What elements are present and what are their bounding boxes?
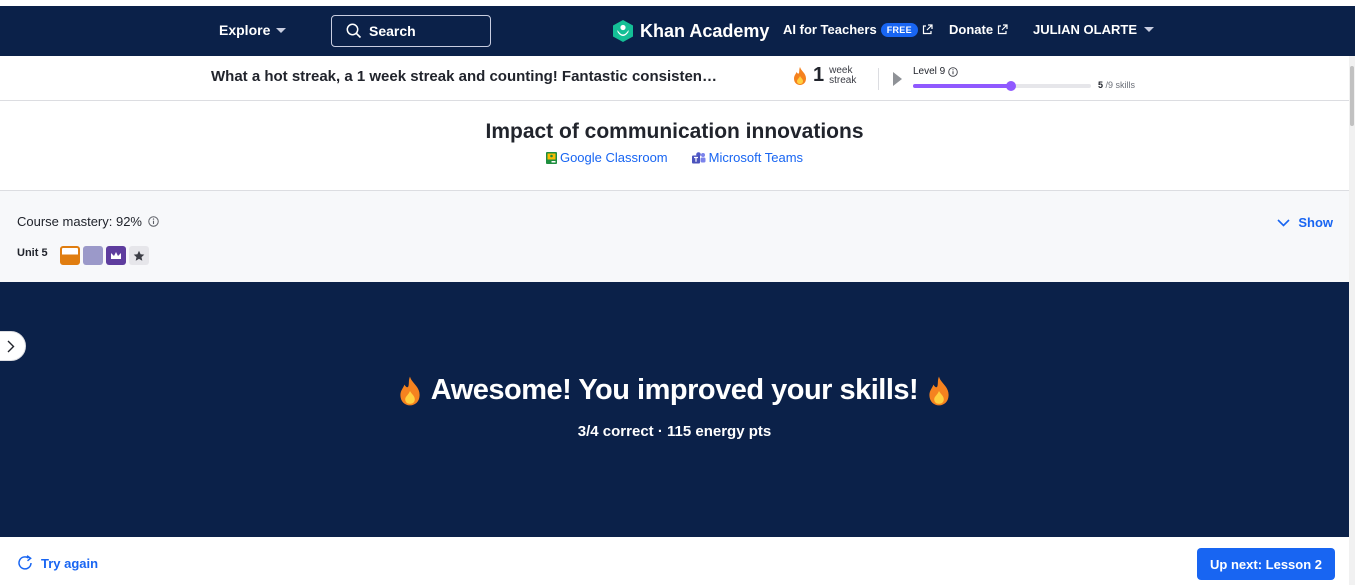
level-label: Level 9 — [913, 66, 959, 77]
free-badge: FREE — [880, 22, 918, 37]
try-again-button[interactable]: Try again — [17, 555, 98, 571]
unit-test-block[interactable] — [129, 246, 149, 265]
fire-icon — [794, 66, 806, 85]
lesson-header: Impact of communication innovations Goog… — [0, 101, 1349, 191]
play-icon[interactable] — [893, 72, 902, 86]
mastery-blocks — [60, 246, 149, 265]
chevron-down-icon — [1277, 218, 1290, 227]
external-link-icon — [922, 24, 933, 35]
result-headline: Awesome! You improved your skills! — [0, 374, 1349, 407]
search-icon — [346, 23, 362, 39]
divider — [878, 68, 879, 90]
external-link-icon — [997, 24, 1008, 35]
chevron-down-icon — [1144, 27, 1154, 32]
level-progress-fill — [913, 81, 1016, 91]
result-headline-text: Awesome! You improved your skills! — [430, 374, 919, 406]
user-name: JULIAN OLARTE — [1033, 22, 1137, 37]
microsoft-teams-icon — [691, 151, 706, 163]
course-mastery-panel: Course mastery: 92% Show Unit 5 — [0, 191, 1349, 282]
page-scrollbar[interactable] — [1349, 56, 1355, 585]
unit-label: Unit 5 — [17, 247, 48, 259]
level-text: Level 9 — [913, 66, 946, 77]
top-nav: Explore Search Khan Academy AI for Teach… — [0, 0, 1355, 56]
ai-for-teachers-link[interactable]: AI for Teachers FREE — [783, 22, 933, 37]
ai-teachers-label: AI for Teachers — [783, 22, 877, 37]
streak-unit: week streak — [829, 65, 857, 86]
explore-label: Explore — [219, 22, 271, 38]
skill-block-proficient[interactable] — [83, 246, 103, 265]
try-again-label: Try again — [41, 555, 99, 571]
share-links: Google Classroom Microsoft Teams — [0, 150, 1349, 165]
logo-text: Khan Academy — [640, 20, 770, 41]
course-mastery-label: Course mastery: 92% — [17, 214, 142, 229]
level-progress-bar — [913, 81, 1091, 91]
sidebar-toggle-button[interactable] — [0, 331, 26, 361]
level-skills: 5 /9 skills — [1098, 80, 1135, 90]
skill-block-familiar[interactable] — [60, 246, 80, 265]
skills-done: 5 — [1098, 80, 1104, 90]
crown-icon — [111, 252, 121, 259]
up-next-button[interactable]: Up next: Lesson 2 — [1197, 548, 1335, 580]
fire-icon — [929, 376, 949, 405]
result-summary: 3/4 correct · 115 energy pts — [577, 423, 772, 440]
star-icon — [133, 250, 145, 261]
streak-unit-line2: streak — [829, 74, 857, 86]
scrollbar-thumb[interactable] — [1350, 66, 1354, 126]
microsoft-teams-link[interactable]: Microsoft Teams — [691, 150, 804, 165]
khan-academy-logo[interactable]: Khan Academy — [612, 19, 769, 43]
info-icon[interactable] — [148, 216, 159, 227]
explore-menu[interactable]: Explore — [219, 22, 287, 38]
show-toggle[interactable]: Show — [1277, 215, 1333, 230]
donate-link[interactable]: Donate — [949, 22, 1008, 37]
skills-total: /9 skills — [1105, 80, 1136, 90]
donate-label: Donate — [949, 22, 994, 37]
microsoft-teams-label: Microsoft Teams — [708, 150, 804, 165]
skill-block-mastered[interactable] — [106, 246, 126, 265]
streak-number: 1 — [813, 64, 825, 86]
streak-bar: What a hot streak, a 1 week streak and c… — [0, 56, 1355, 101]
course-mastery: Course mastery: 92% — [17, 214, 159, 229]
streak-counter[interactable]: 1 week streak — [792, 64, 856, 87]
refresh-icon — [18, 555, 32, 570]
google-classroom-icon — [545, 151, 557, 164]
exercise-footer: Try again Up next: Lesson 2 — [0, 537, 1349, 585]
khan-logo-icon — [613, 20, 633, 42]
streak-message: What a hot streak, a 1 week streak and c… — [211, 68, 717, 85]
google-classroom-link[interactable]: Google Classroom — [545, 150, 668, 165]
exercise-result-panel: Awesome! You improved your skills! 3/4 c… — [0, 282, 1349, 537]
google-classroom-label: Google Classroom — [559, 150, 668, 165]
info-icon[interactable] — [948, 66, 959, 77]
chevron-down-icon — [276, 27, 287, 33]
chevron-right-icon — [7, 340, 15, 352]
search-box[interactable]: Search — [331, 15, 491, 47]
show-label: Show — [1298, 215, 1333, 230]
user-menu[interactable]: JULIAN OLARTE — [1033, 22, 1154, 37]
fire-icon — [400, 376, 420, 405]
search-label: Search — [369, 23, 416, 39]
page-title: Impact of communication innovations — [485, 120, 864, 143]
